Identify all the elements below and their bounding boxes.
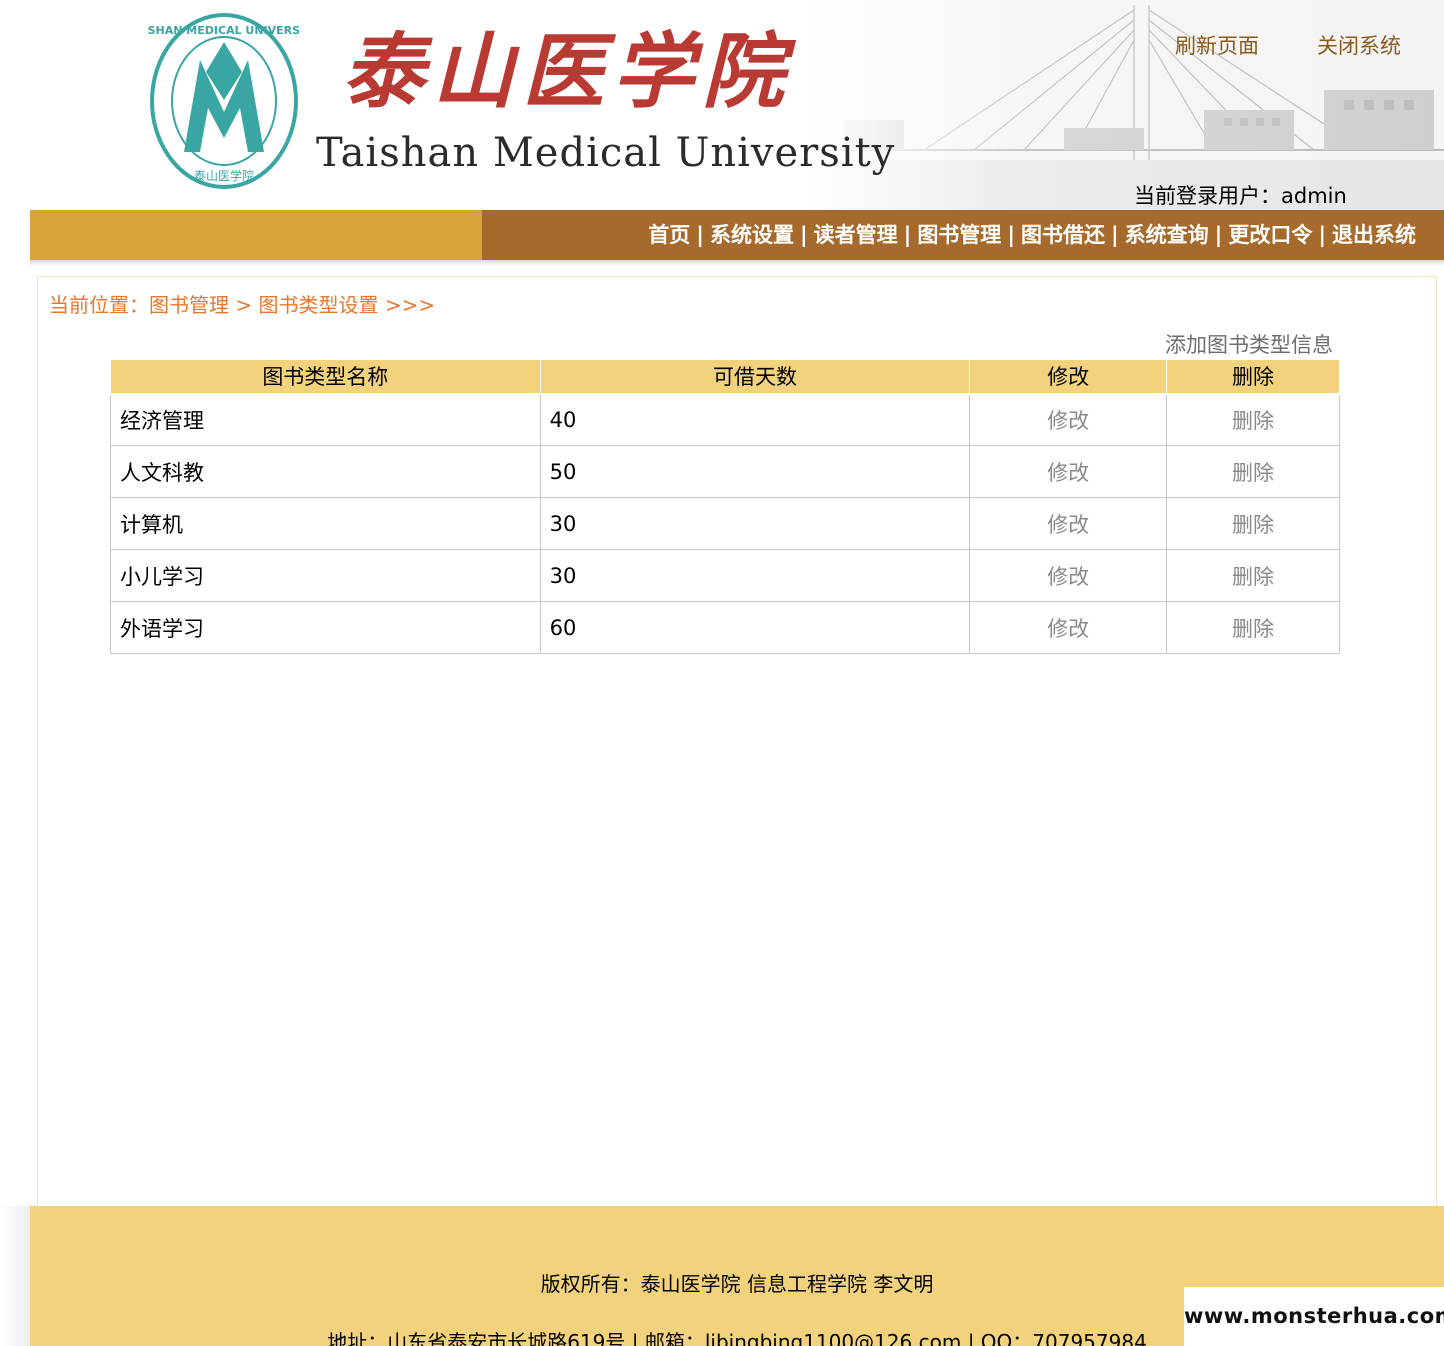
cell-edit: 修改 xyxy=(969,445,1168,498)
main-navbar: 首页 | 系统设置 | 读者管理 | 图书管理 | 图书借还 | 系统查询 | 更改口令 | 退出系统 xyxy=(30,210,1444,260)
nav-separator: | xyxy=(696,223,704,247)
nav-item-book-management[interactable]: 图书管理 xyxy=(917,223,1001,247)
cell-borrow-days: 50 xyxy=(539,445,971,498)
cell-delete: 删除 xyxy=(1166,393,1340,446)
nav-item-logout[interactable]: 退出系统 xyxy=(1332,223,1416,247)
cell-borrow-days: 30 xyxy=(539,497,971,550)
table-row: 经济管理 40 修改 删除 xyxy=(110,393,1340,446)
cell-edit: 修改 xyxy=(969,393,1168,446)
page-header: TAISHAN MEDICAL UNIVERSITY 泰山医学院 泰山医学院 T… xyxy=(30,0,1444,210)
edit-link[interactable]: 修改 xyxy=(1047,409,1089,433)
edit-link[interactable]: 修改 xyxy=(1047,461,1089,485)
book-type-table: 图书类型名称 可借天数 修改 删除 经济管理 40 修改 删除 人文科教 50 … xyxy=(110,359,1340,654)
university-seal-logo: TAISHAN MEDICAL UNIVERSITY 泰山医学院 xyxy=(148,13,300,189)
table-row: 小儿学习 30 修改 删除 xyxy=(110,549,1340,602)
breadcrumb: 当前位置：图书管理 > 图书类型设置 >>> xyxy=(49,293,436,317)
edit-link[interactable]: 修改 xyxy=(1047,565,1089,589)
nav-item-system-settings[interactable]: 系统设置 xyxy=(710,223,794,247)
nav-separator: | xyxy=(1214,223,1223,247)
delete-link[interactable]: 删除 xyxy=(1232,513,1274,537)
nav-item-home[interactable]: 首页 xyxy=(648,223,690,247)
nav-item-reader-management[interactable]: 读者管理 xyxy=(814,223,898,247)
cell-type-name: 小儿学习 xyxy=(110,549,541,602)
seal-text: TAISHAN MEDICAL UNIVERSITY xyxy=(148,24,300,37)
current-user-label: 当前登录用户：admin xyxy=(1134,184,1347,208)
close-system-link[interactable]: 关闭系统 xyxy=(1317,30,1401,60)
cell-type-name: 经济管理 xyxy=(110,393,541,446)
nav-item-change-password[interactable]: 更改口令 xyxy=(1228,223,1312,247)
table-row: 人文科教 50 修改 删除 xyxy=(110,445,1340,498)
cell-borrow-days: 60 xyxy=(539,601,971,654)
cell-type-name: 人文科教 xyxy=(110,445,541,498)
table-header-row: 图书类型名称 可借天数 修改 删除 xyxy=(110,359,1340,395)
main-content: 当前位置：图书管理 > 图书类型设置 >>> 添加图书类型信息 图书类型名称 可… xyxy=(37,276,1437,1206)
seal-cn-text: 泰山医学院 xyxy=(194,168,254,183)
delete-link[interactable]: 删除 xyxy=(1232,565,1274,589)
delete-link[interactable]: 删除 xyxy=(1232,617,1274,641)
column-header-edit: 修改 xyxy=(969,359,1168,395)
cell-delete: 删除 xyxy=(1166,497,1340,550)
nav-separator: | xyxy=(1007,223,1015,247)
nav-separator: | xyxy=(1110,223,1119,247)
nav-item-borrow-return[interactable]: 图书借还 xyxy=(1021,223,1105,247)
cell-edit: 修改 xyxy=(969,549,1168,602)
cell-borrow-days: 30 xyxy=(539,549,971,602)
column-header-type-name: 图书类型名称 xyxy=(110,359,541,395)
university-title-cn: 泰山医学院 xyxy=(342,24,792,120)
nav-menu: 首页 | 系统设置 | 读者管理 | 图书管理 | 图书借还 | 系统查询 | 更改口令 | 退出系统 xyxy=(648,210,1416,260)
add-book-type-link[interactable]: 添加图书类型信息 xyxy=(1165,329,1333,359)
cell-edit: 修改 xyxy=(969,497,1168,550)
nav-separator: | xyxy=(1318,223,1326,247)
table-row: 计算机 30 修改 删除 xyxy=(110,497,1340,550)
nav-separator: | xyxy=(903,223,912,247)
nav-item-system-query[interactable]: 系统查询 xyxy=(1125,223,1209,247)
left-edge-shade xyxy=(0,1206,30,1346)
delete-link[interactable]: 删除 xyxy=(1232,461,1274,485)
edit-link[interactable]: 修改 xyxy=(1047,513,1089,537)
navbar-shadow xyxy=(30,260,1444,266)
navbar-right-block: 首页 | 系统设置 | 读者管理 | 图书管理 | 图书借还 | 系统查询 | 更改口令 | 退出系统 xyxy=(482,210,1444,260)
column-header-borrow-days: 可借天数 xyxy=(539,359,971,395)
cell-delete: 删除 xyxy=(1166,601,1340,654)
cell-delete: 删除 xyxy=(1166,445,1340,498)
cell-delete: 删除 xyxy=(1166,549,1340,602)
university-title-en: Taishan Medical University xyxy=(316,130,896,176)
cell-type-name: 计算机 xyxy=(110,497,541,550)
nav-separator: | xyxy=(799,223,808,247)
edit-link[interactable]: 修改 xyxy=(1047,617,1089,641)
delete-link[interactable]: 删除 xyxy=(1232,409,1274,433)
cell-edit: 修改 xyxy=(969,601,1168,654)
cell-borrow-days: 40 xyxy=(539,393,971,446)
navbar-left-block xyxy=(30,210,482,260)
table-row: 外语学习 60 修改 删除 xyxy=(110,601,1340,654)
column-header-delete: 删除 xyxy=(1166,359,1340,395)
cell-type-name: 外语学习 xyxy=(110,601,541,654)
watermark-text: www.monsterhua.com xyxy=(1184,1287,1444,1346)
refresh-page-link[interactable]: 刷新页面 xyxy=(1175,30,1259,60)
